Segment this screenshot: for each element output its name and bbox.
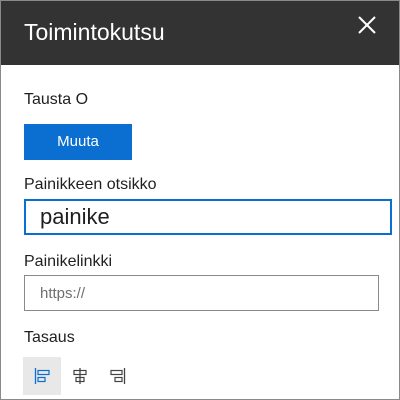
close-icon — [358, 16, 376, 34]
align-center-icon — [73, 368, 87, 384]
button-title-input[interactable] — [24, 199, 392, 235]
button-title-label: Painikkeen otsikko — [24, 176, 157, 193]
panel-header: Toimintokutsu — [1, 1, 399, 65]
background-label: Tausta O — [24, 91, 89, 108]
button-link-label: Painikelinkki — [24, 253, 113, 270]
align-center-button[interactable] — [61, 357, 99, 395]
call-to-action-panel: Toimintokutsu Tausta O Muuta Painikkeen … — [0, 0, 400, 400]
align-left-button[interactable] — [23, 357, 61, 395]
panel-title: Toimintokutsu — [24, 19, 165, 45]
button-link-input[interactable] — [24, 275, 379, 311]
change-background-button[interactable]: Muuta — [24, 124, 132, 160]
align-left-icon — [34, 368, 50, 384]
close-button[interactable] — [352, 10, 382, 40]
alignment-label: Tasaus — [24, 329, 75, 346]
align-right-icon — [110, 368, 126, 384]
align-right-button[interactable] — [99, 357, 137, 395]
